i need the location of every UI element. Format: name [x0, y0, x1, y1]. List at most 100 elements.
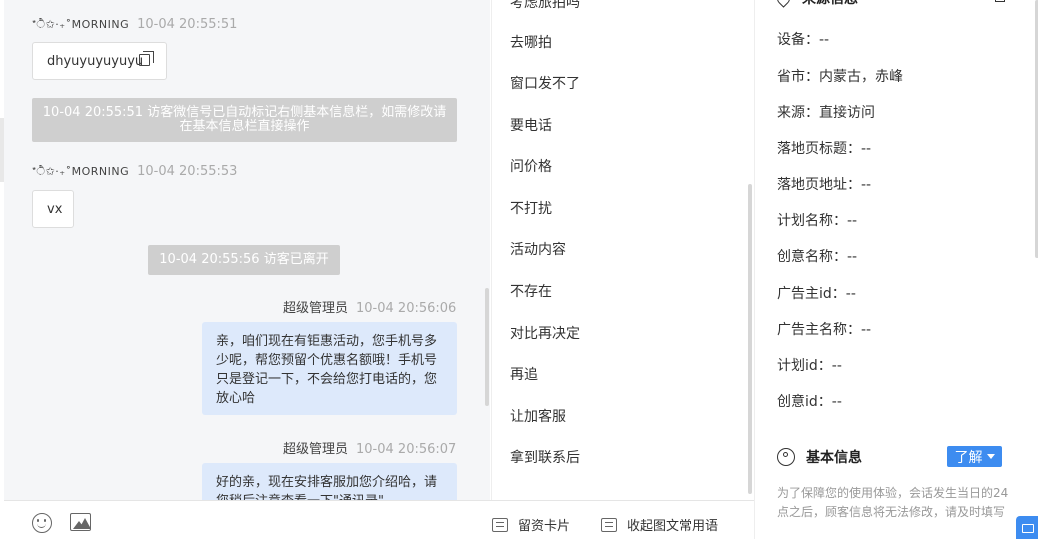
location-icon	[774, 0, 793, 8]
phrase-item[interactable]: 要电话	[510, 115, 552, 135]
smile-mouth	[37, 523, 46, 528]
field-value: --	[861, 141, 872, 157]
field-label: 广告主名称：	[777, 322, 861, 338]
lead-card-label: 留资卡片	[518, 519, 571, 534]
field-label: 落地页地址：	[777, 177, 861, 193]
message-time: 10-04 20:56:06	[356, 301, 457, 316]
agent-message-bubble[interactable]: 亲，咱们现在有钜惠活动，您手机号多少呢，帮您预留个优惠名额哦！手机号只是登记一下…	[202, 322, 457, 415]
field-label: 广告主id：	[777, 286, 846, 302]
sender-name: 超级管理员	[283, 301, 349, 316]
user-circle-icon	[777, 448, 795, 466]
field-label: 设备：	[777, 32, 819, 48]
info-row-advertiser-id: 广告主id：--	[777, 283, 856, 303]
phrase-item[interactable]: 再追	[510, 364, 538, 384]
image-icon[interactable]	[70, 513, 91, 531]
message-time: 10-04 20:55:51	[137, 17, 238, 32]
field-value: 直接访问	[819, 105, 875, 121]
card-icon	[492, 517, 508, 532]
lead-card-button[interactable]: 留资卡片	[492, 515, 570, 534]
info-row-creative-name: 创意名称：--	[777, 246, 857, 266]
quick-phrases-panel: 考虑旅拍吗 去哪拍 窗口发不了 要电话 问价格 不打扰 活动内容 不存在 对比再…	[491, 0, 754, 500]
field-value: --	[847, 249, 858, 265]
sender-name: *ੈ✩‧₊˚MORNING	[32, 18, 130, 31]
field-label: 创意名称：	[777, 249, 847, 265]
phrase-item[interactable]: 考虑旅拍吗	[510, 0, 580, 12]
message-sender: *ੈ✩‧₊˚MORNING 10-04 20:55:51	[32, 17, 237, 32]
info-row-advertiser-name: 广告主名称：--	[777, 319, 871, 339]
info-row-source: 来源：直接访问	[777, 102, 875, 122]
visitor-info-panel: 来源信息 设备：-- 省市：内蒙古，赤峰 来源：直接访问 落地页标题：-- 落地…	[754, 0, 1038, 539]
phrase-item[interactable]: 问价格	[510, 156, 552, 176]
field-label: 落地页标题：	[777, 141, 861, 157]
field-value: --	[847, 213, 858, 229]
message-text: 亲，咱们现在有钜惠活动，您手机号多少呢，帮您预留个优惠名额哦！手机号只是登记一下…	[216, 334, 438, 406]
message-text: dhyuyuyuyuyu	[47, 54, 144, 69]
user-head	[783, 452, 788, 457]
message-sender: *ੈ✩‧₊˚MORNING 10-04 20:55:53	[32, 164, 237, 179]
message-icon	[601, 517, 617, 532]
chat-panel: *ੈ✩‧₊˚MORNING 10-04 20:55:51 dhyuyuyuyuyu…	[4, 0, 490, 500]
visitor-message-bubble[interactable]: dhyuyuyuyuyu	[32, 42, 167, 80]
edit-icon[interactable]	[995, 0, 1005, 2]
smile-icon[interactable]	[32, 513, 52, 533]
info-row-landing-title: 落地页标题：--	[777, 138, 871, 158]
phrase-item[interactable]: 窗口发不了	[510, 73, 580, 93]
field-value: --	[819, 32, 830, 48]
message-time: 10-04 20:56:07	[356, 442, 457, 457]
phrase-item[interactable]: 让加客服	[510, 406, 566, 426]
basic-info-header: 基本信息	[777, 447, 862, 467]
chat-scrollbar[interactable]	[485, 288, 489, 406]
image-mountain	[79, 518, 90, 529]
caret-down-icon	[986, 454, 995, 459]
phrase-item[interactable]: 拿到联系后	[510, 447, 580, 467]
smile-eye	[37, 519, 39, 522]
phrase-item[interactable]: 对比再决定	[510, 323, 580, 343]
bottom-toolbar: 留资卡片 收起图文常用语	[4, 500, 754, 539]
learn-more-label: 了解	[954, 449, 983, 466]
phrases-scrollbar[interactable]	[748, 184, 752, 494]
field-label: 计划名称：	[777, 213, 847, 229]
field-label: 计划id：	[777, 358, 832, 374]
system-notice-text: 10-04 20:55:56 访客已离开	[159, 252, 329, 267]
collapse-phrases-button[interactable]: 收起图文常用语	[601, 515, 718, 534]
message-text: vx	[47, 202, 63, 217]
info-row-province: 省市：内蒙古，赤峰	[777, 66, 903, 86]
info-row-landing-url: 落地页地址：--	[777, 174, 871, 194]
phrase-item[interactable]: 不存在	[510, 281, 552, 301]
system-notice: 10-04 20:55:56 访客已离开	[148, 245, 340, 275]
field-value: --	[861, 177, 872, 193]
field-value: --	[831, 394, 842, 410]
basic-info-title: 基本信息	[806, 450, 862, 466]
smile-eye	[44, 519, 46, 522]
field-label: 来源：	[777, 105, 819, 121]
field-label: 创意id：	[777, 394, 832, 410]
message-text: 好的亲，现在安排客服加您介绍哈，请您稍后注意查看一下"通讯录"	[216, 475, 438, 500]
field-value: --	[845, 286, 856, 302]
info-row-plan-id: 计划id：--	[777, 355, 842, 375]
sender-name: *ੈ✩‧₊˚MORNING	[32, 165, 130, 178]
info-row-plan-name: 计划名称：--	[777, 210, 857, 230]
field-value: --	[831, 358, 842, 374]
sender-name: 超级管理员	[283, 442, 349, 457]
phrase-item[interactable]: 不打扰	[510, 198, 552, 218]
collapse-phrases-label: 收起图文常用语	[627, 519, 719, 534]
copy-icon-back	[143, 51, 154, 63]
field-label: 省市：	[777, 69, 819, 85]
agent-message-bubble[interactable]: 好的亲，现在安排客服加您介绍哈，请您稍后注意查看一下"通讯录"	[202, 463, 457, 500]
info-row-device: 设备：--	[777, 29, 829, 49]
visitor-message-bubble[interactable]: vx	[32, 190, 74, 228]
floating-chat-icon[interactable]	[1016, 516, 1038, 539]
chat-workspace: *ੈ✩‧₊˚MORNING 10-04 20:55:51 dhyuyuyuyuyu…	[0, 0, 1038, 539]
info-row-creative-id: 创意id：--	[777, 391, 842, 411]
field-value: --	[861, 322, 872, 338]
message-sender: 超级管理员 10-04 20:56:06	[283, 297, 456, 316]
message-time: 10-04 20:55:53	[137, 164, 238, 179]
phrase-item[interactable]: 活动内容	[510, 239, 566, 259]
edit-deadline-note: 为了保障您的使用体验，会话发生当日的24点之后，顾客信息将无法修改，请及时填写	[777, 486, 1009, 519]
source-info-header: 来源信息	[774, 0, 858, 8]
system-notice: 10-04 20:55:51 访客微信号已自动标记右侧基本信息栏，如需修改请在基…	[32, 98, 457, 142]
phrase-item[interactable]: 去哪拍	[510, 32, 552, 52]
message-sender: 超级管理员 10-04 20:56:07	[283, 438, 456, 457]
field-value: 内蒙古，赤峰	[819, 69, 903, 85]
learn-more-dropdown[interactable]: 了解	[947, 446, 1002, 467]
